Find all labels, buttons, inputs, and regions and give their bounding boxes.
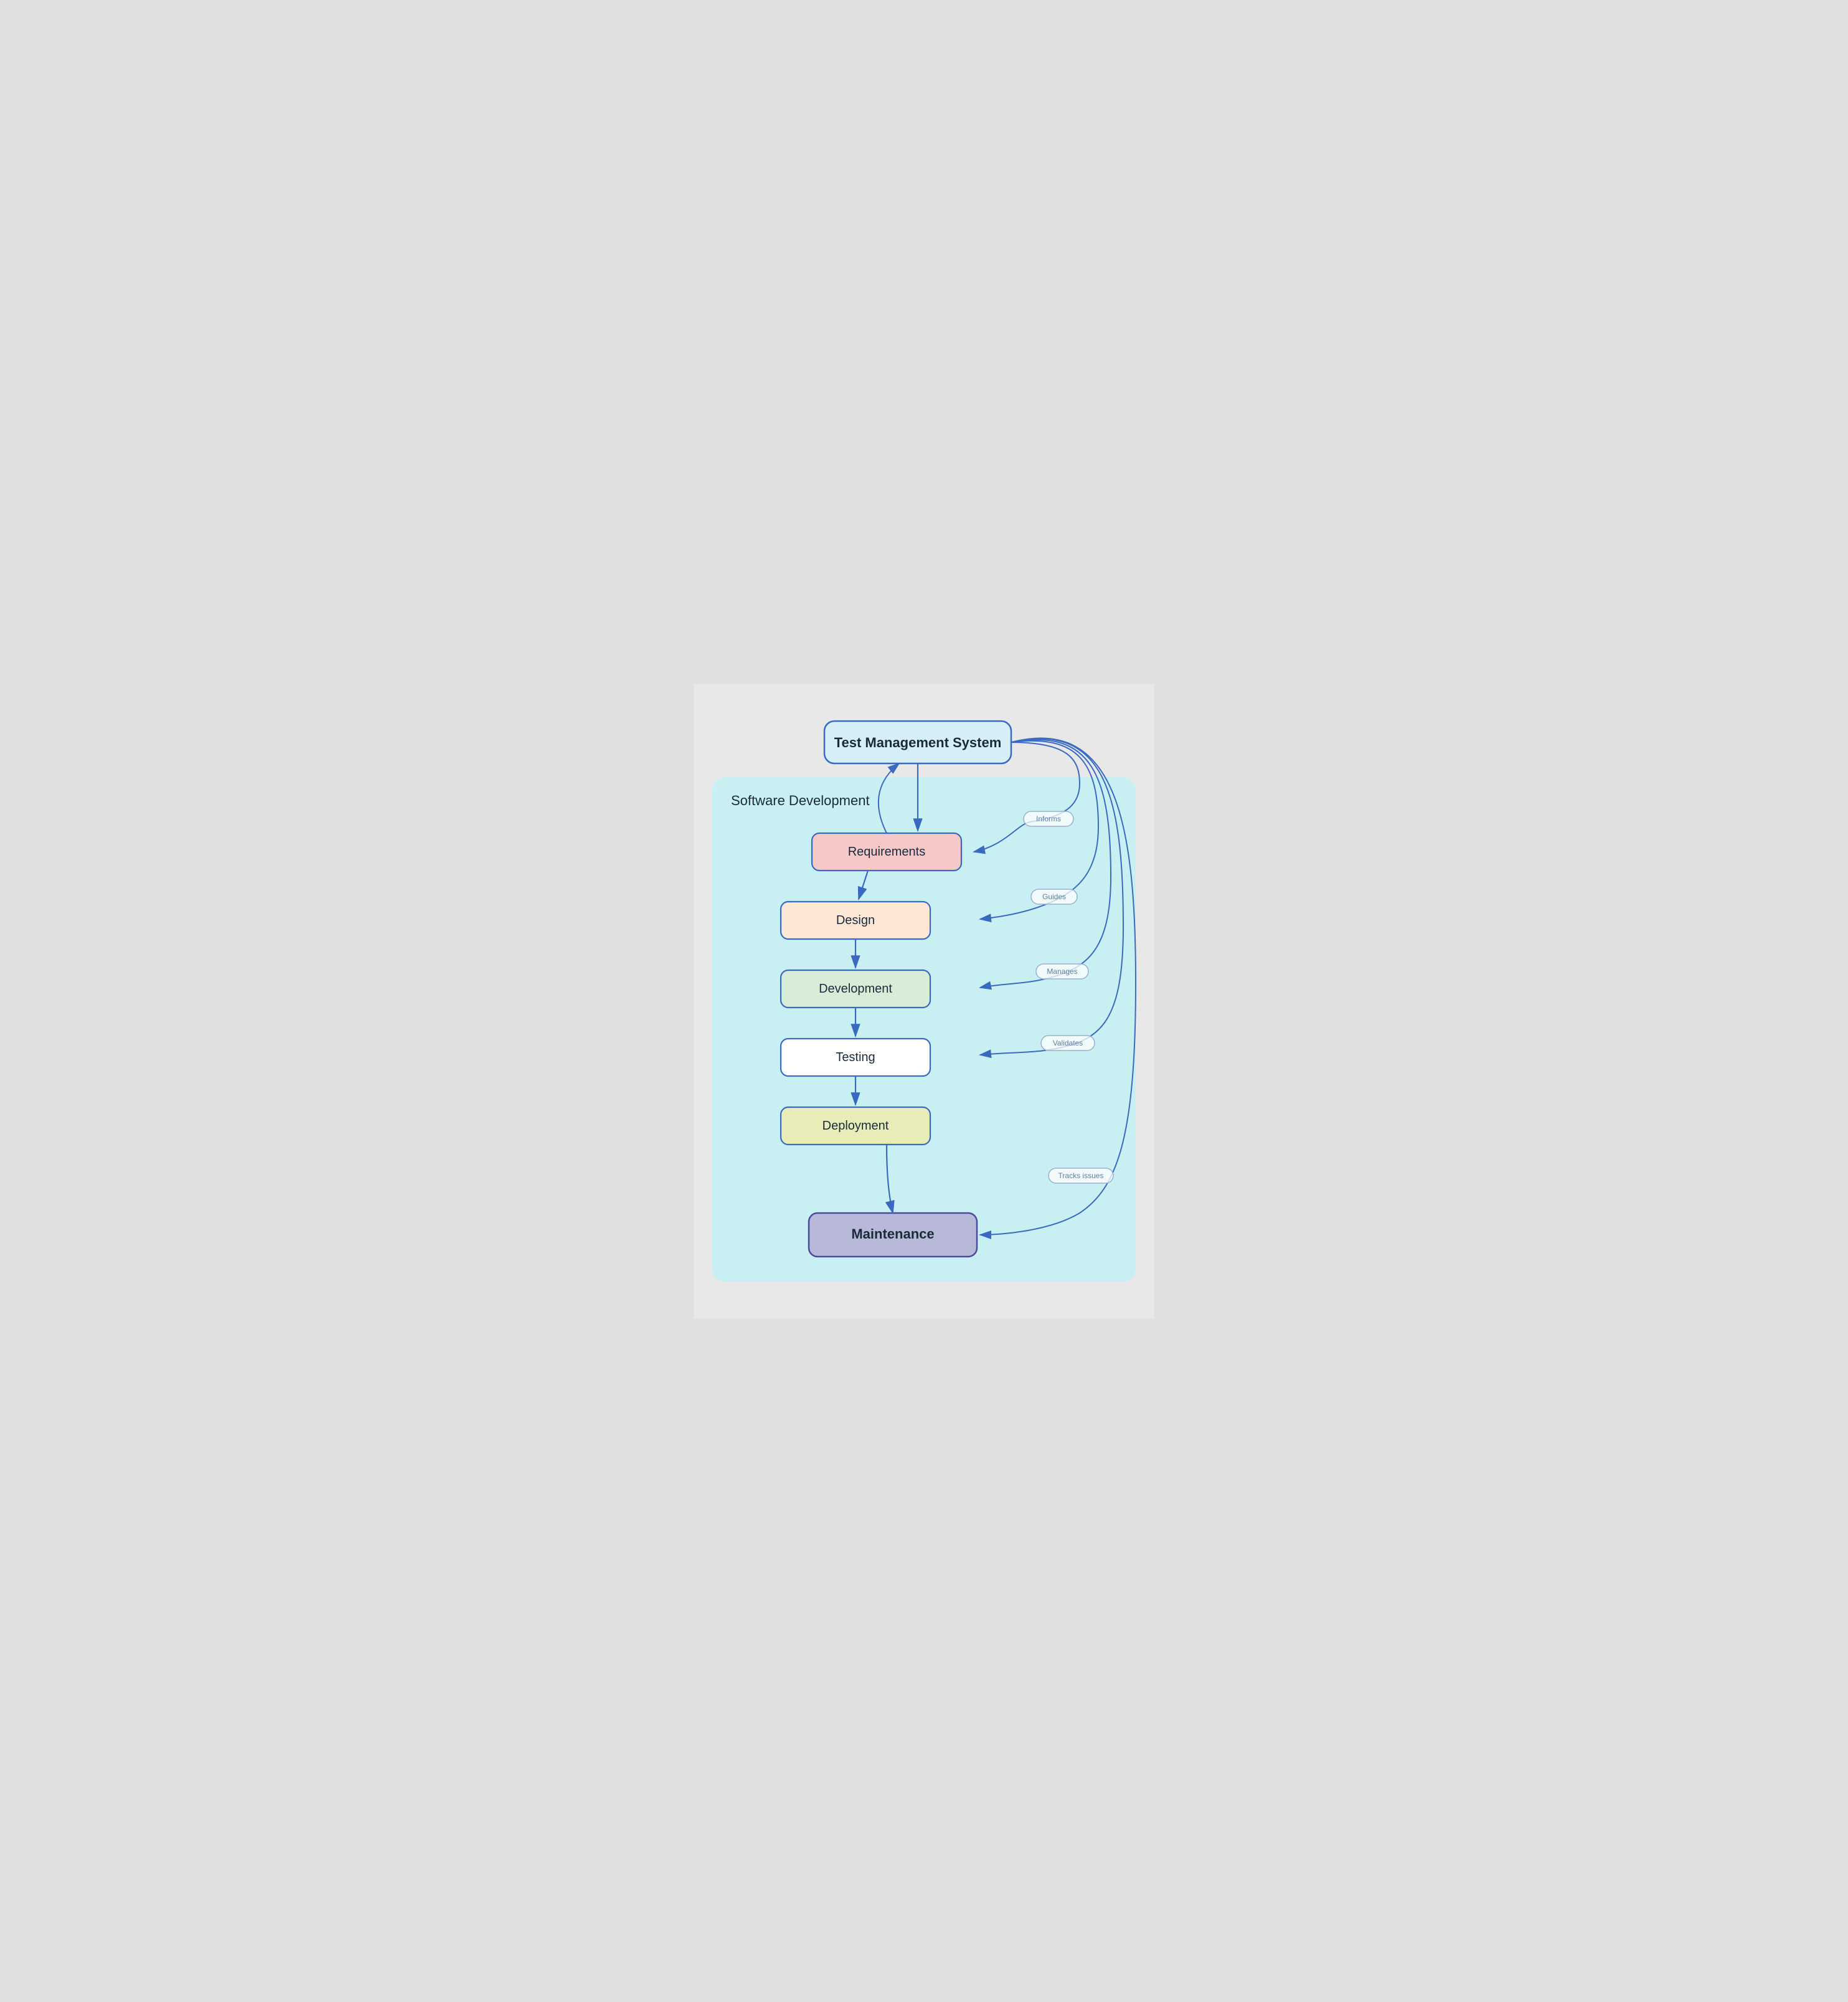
main-svg: Software Development Test Management Sys… <box>694 702 1154 1300</box>
validates-badge-text: Validates <box>1053 1039 1083 1047</box>
dev-text: Development <box>819 982 892 996</box>
maint-text: Maintenance <box>851 1226 934 1242</box>
manages-badge-text: Manages <box>1047 967 1077 976</box>
deploy-text: Deployment <box>823 1119 889 1133</box>
tms-text: Test Management System <box>834 735 1002 750</box>
diagram-wrapper: Software Development Test Management Sys… <box>694 684 1154 1319</box>
req-text: Requirements <box>848 845 926 859</box>
tracks-badge-text: Tracks issues <box>1058 1171 1104 1180</box>
test-text: Testing <box>836 1051 875 1064</box>
guides-badge-text: Guides <box>1042 892 1066 901</box>
informs-badge-text: Informs <box>1036 814 1061 823</box>
design-text: Design <box>836 914 875 927</box>
sd-label-text: Software Development <box>731 793 870 808</box>
